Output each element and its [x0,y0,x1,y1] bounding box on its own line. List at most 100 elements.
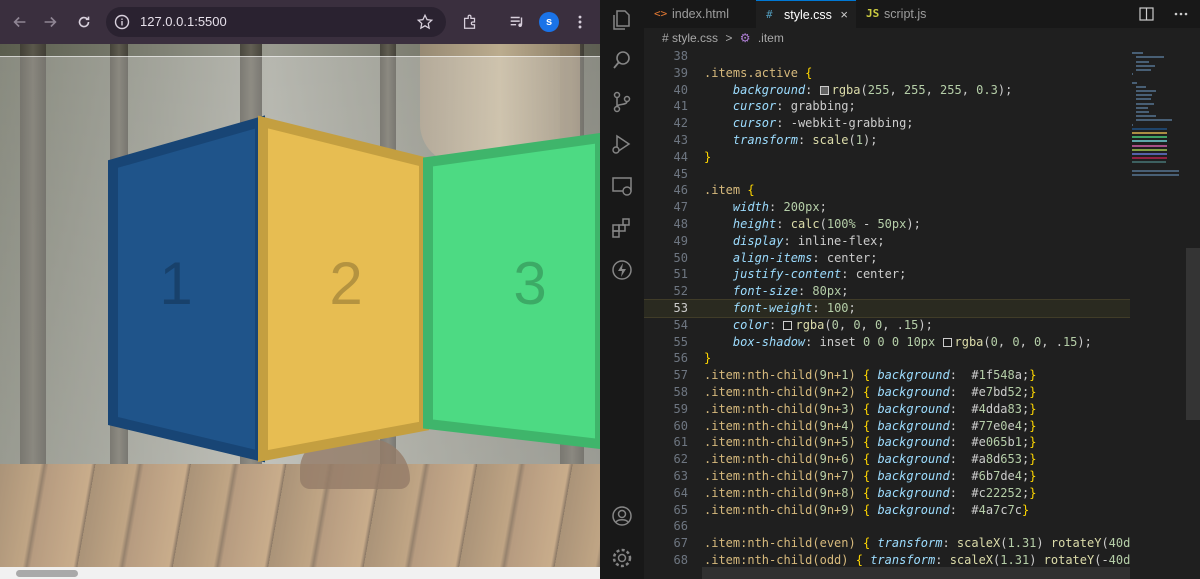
code-text[interactable]: .item:nth-child(9n+1) { background: #1f5… [704,367,1036,384]
source-control-icon[interactable] [610,90,634,114]
code-text[interactable]: .item:nth-child(9n+3) { background: #4dd… [704,401,1036,418]
info-icon[interactable] [114,14,130,30]
code-text[interactable]: .item:nth-child(9n+5) { background: #e06… [704,434,1036,451]
horizontal-scrollbar[interactable] [0,567,600,579]
tab-style-css[interactable]: # style.css × [756,0,856,28]
more-actions-icon[interactable] [1174,12,1188,16]
address-url[interactable]: 127.0.0.1:5500 [140,14,227,29]
avatar[interactable]: s [539,12,559,32]
lightning-icon[interactable] [610,258,634,282]
code-text[interactable]: box-shadow: inset 0 0 0 10px rgba(0, 0, … [704,334,1092,351]
code-line[interactable]: 50 align-items: center; [644,250,1130,267]
code-line[interactable]: 45 [644,166,1130,183]
code-line[interactable]: 46 .item { [644,182,1130,199]
code-text[interactable]: justify-content: center; [704,266,906,283]
media-icon[interactable] [507,12,527,32]
code-text[interactable]: .item:nth-child(9n+7) { background: #6b7… [704,468,1036,485]
search-icon[interactable] [610,48,634,72]
code-text[interactable]: width: 200px; [704,199,827,216]
tab-script-js[interactable]: JS script.js [856,0,956,28]
code-line[interactable]: 57 .item:nth-child(9n+1) { background: #1… [644,367,1130,384]
address-bar[interactable]: 127.0.0.1:5500 [106,7,446,37]
code-line[interactable]: 44} [644,149,1130,166]
account-icon[interactable] [610,504,634,528]
code-text[interactable]: transform: scale(1); [704,132,878,149]
line-number: 55 [673,334,688,349]
code-text[interactable]: .item:nth-child(9n+8) { background: #c22… [704,485,1036,502]
code-line[interactable]: 51 justify-content: center; [644,266,1130,283]
code-text[interactable]: align-items: center; [704,250,878,267]
code-line[interactable]: 39 .items.active { [644,65,1130,82]
breadcrumb-file[interactable]: # style.css [662,31,718,45]
code-text[interactable]: } [704,350,711,367]
forward-arrow-icon[interactable] [40,12,60,32]
code-line[interactable]: 49 display: inline-flex; [644,233,1130,250]
tab-index-html[interactable]: <> index.html [644,0,756,28]
code-text[interactable]: cursor: grabbing; [704,98,856,115]
code-line[interactable]: 65 .item:nth-child(9n+9) { background: #4… [644,502,1130,519]
editor-horizontal-scrollbar[interactable] [702,567,1130,579]
line-number: 54 [673,317,688,332]
code-line[interactable]: 47 width: 200px; [644,199,1130,216]
remote-explorer-icon[interactable] [610,174,634,198]
code-line[interactable]: 54 color: rgba(0, 0, 0, .15); [644,317,1130,334]
code-text[interactable]: font-weight: 100; [704,300,856,317]
code-line[interactable]: 41 cursor: grabbing; [644,98,1130,115]
code-text[interactable]: .items.active { [704,65,812,82]
code-line[interactable]: 67 .item:nth-child(even) { transform: sca… [644,535,1130,552]
minimap-line [1132,161,1166,164]
code-line[interactable]: 40 background: rgba(255, 255, 255, 0.3); [644,82,1130,99]
code-text[interactable]: height: calc(100% - 50px); [704,216,921,233]
code-text[interactable]: .item:nth-child(9n+9) { background: #4a7… [704,502,1029,519]
code-line[interactable]: 42 cursor: -webkit-grabbing; [644,115,1130,132]
code-text[interactable]: cursor: -webkit-grabbing; [704,115,914,132]
kebab-menu-icon[interactable] [570,12,590,32]
code-line[interactable]: 48 height: calc(100% - 50px); [644,216,1130,233]
back-arrow-icon[interactable] [10,12,30,32]
code-line[interactable]: 53 font-weight: 100; [644,299,1130,318]
code-area[interactable]: 38 39 .items.active {40 background: rgba(2… [644,48,1130,567]
code-text[interactable]: color: rgba(0, 0, 0, .15); [704,317,933,334]
code-text[interactable]: .item { [704,182,755,199]
code-text[interactable]: background: rgba(255, 255, 255, 0.3); [704,82,1012,99]
code-text[interactable]: .item:nth-child(9n+4) { background: #77e… [704,418,1036,435]
code-text[interactable]: .item:nth-child(odd) { transform: scaleX… [704,552,1130,567]
code-line[interactable]: 56} [644,350,1130,367]
code-line[interactable]: 63 .item:nth-child(9n+7) { background: #6… [644,468,1130,485]
code-text[interactable]: .item:nth-child(9n+6) { background: #a8d… [704,451,1036,468]
close-icon[interactable]: × [840,1,848,29]
line-number: 45 [673,166,688,181]
minimap[interactable] [1130,28,1186,178]
code-line[interactable]: 55 box-shadow: inset 0 0 0 10px rgba(0, … [644,334,1130,351]
code-line[interactable]: 43 transform: scale(1); [644,132,1130,149]
split-editor-icon[interactable] [1139,7,1154,21]
reload-icon[interactable] [74,12,94,32]
breadcrumb-symbol[interactable]: .item [758,31,784,45]
code-line[interactable]: 61 .item:nth-child(9n+5) { background: #e… [644,434,1130,451]
code-line[interactable]: 52 font-size: 80px; [644,283,1130,300]
run-debug-icon[interactable] [610,132,634,156]
code-line[interactable]: 58 .item:nth-child(9n+2) { background: #e… [644,384,1130,401]
code-line[interactable]: 64 .item:nth-child(9n+8) { background: #c… [644,485,1130,502]
scrollbar-thumb[interactable] [16,570,78,577]
code-text[interactable]: .item:nth-child(9n+2) { background: #e7b… [704,384,1036,401]
code-line[interactable]: 62 .item:nth-child(9n+6) { background: #a… [644,451,1130,468]
extensions-icon[interactable] [460,12,480,32]
code-text[interactable]: .item:nth-child(even) { transform: scale… [704,535,1130,552]
minimap-line [1132,127,1167,130]
explorer-icon[interactable] [610,8,634,32]
code-line[interactable]: 68 .item:nth-child(odd) { transform: scal… [644,552,1130,567]
code-text[interactable]: } [704,149,711,166]
code-line[interactable]: 60 .item:nth-child(9n+4) { background: #7… [644,418,1130,435]
breadcrumb: # style.css > ⚙ .item [644,28,1200,48]
vertical-scrollbar[interactable] [1186,248,1200,420]
code-line[interactable]: 59 .item:nth-child(9n+3) { background: #4… [644,401,1130,418]
code-text[interactable]: font-size: 80px; [704,283,849,300]
gear-icon[interactable] [610,546,634,570]
code-line[interactable]: 66 [644,518,1130,535]
editor-tabs: <> index.html # style.css × JS script.js [644,0,1200,28]
code-line[interactable]: 38 [644,48,1130,65]
code-text[interactable]: display: inline-flex; [704,233,885,250]
star-icon[interactable] [416,13,434,31]
extensions-icon[interactable] [610,216,634,240]
